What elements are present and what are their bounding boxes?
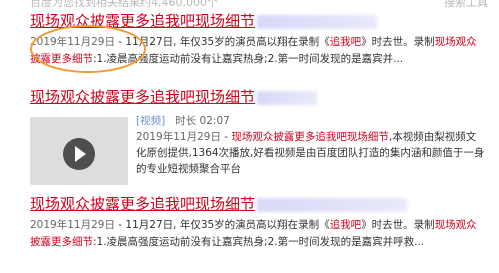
abstract-text: 》时去世。录制 bbox=[361, 36, 435, 48]
abstract-text: 》时去世。录制 bbox=[361, 219, 435, 231]
abstract-text: - bbox=[220, 131, 232, 143]
video-thumbnail[interactable] bbox=[30, 117, 128, 185]
blurred-source-label bbox=[257, 14, 378, 29]
result-abstract: 2019年11月29日 - 11月27日, 年仅35岁的演员高以翔在录制《追我吧… bbox=[30, 217, 485, 251]
blurred-source-label bbox=[257, 90, 318, 105]
abstract-text: - 11月27日, 年仅35岁的演员高以翔在录制《 bbox=[114, 36, 330, 48]
search-result-3: 现场观众披露更多追我吧现场细节 2019年11月29日 - 11月27日, 年仅… bbox=[30, 194, 495, 251]
video-tag: [视频] bbox=[136, 115, 166, 127]
result-title-text[interactable]: 现场观众披露更多追我吧现场细节 bbox=[30, 195, 255, 213]
result-title-link[interactable]: 现场观众披露更多追我吧现场细节 bbox=[30, 194, 495, 214]
video-duration: 时长 02:07 bbox=[175, 115, 230, 127]
abstract-keyword: 追我吧 bbox=[329, 219, 362, 231]
search-result-2-video: 现场观众披露更多追我吧现场细节 [视频] 时长 02:07 2019年11月29日… bbox=[30, 87, 495, 185]
result-title-text[interactable]: 现场观众披露更多追我吧现场细节 bbox=[30, 88, 255, 106]
abstract-text: :1.凌晨高强度运动前没有让嘉宾热身;2.第一时间发现的是嘉宾并呼救... bbox=[93, 236, 425, 248]
abstract-text: - 11月27日, 年仅35岁的演员高以翔在录制《 bbox=[114, 219, 330, 231]
result-title-link[interactable]: 现场观众披露更多追我吧现场细节 bbox=[30, 87, 495, 107]
video-block: [视频] 时长 02:07 2019年11月29日 - 现场观众披露更多追我吧现场… bbox=[30, 113, 495, 185]
result-date: 2019年11月29日 bbox=[30, 219, 115, 231]
abstract-keyword: 现场观众披露更多追我吧现场细节 bbox=[231, 131, 389, 143]
results-count-text: 百度为您找到相关结果约4,460,000个 bbox=[30, 0, 218, 9]
search-result-1: 现场观众披露更多追我吧现场细节 2019年11月29日 - 11月27日, 年仅… bbox=[30, 11, 495, 73]
result-date: 2019年11月29日 bbox=[136, 131, 221, 143]
abstract-keyword: 追我吧 bbox=[329, 36, 362, 48]
results-count-bar: 百度为您找到相关结果约4,460,000个 搜索工具 bbox=[30, 0, 490, 10]
search-tools-link[interactable]: 搜索工具 bbox=[444, 0, 488, 10]
play-icon[interactable] bbox=[63, 138, 95, 170]
blurred-source-label bbox=[257, 197, 408, 212]
date-highlight-circle bbox=[30, 25, 146, 73]
video-info: [视频] 时长 02:07 2019年11月29日 - 现场观众披露更多追我吧现场… bbox=[136, 113, 486, 177]
video-abstract: 2019年11月29日 - 现场观众披露更多追我吧现场细节,本视频由梨视频文化原… bbox=[136, 129, 486, 177]
